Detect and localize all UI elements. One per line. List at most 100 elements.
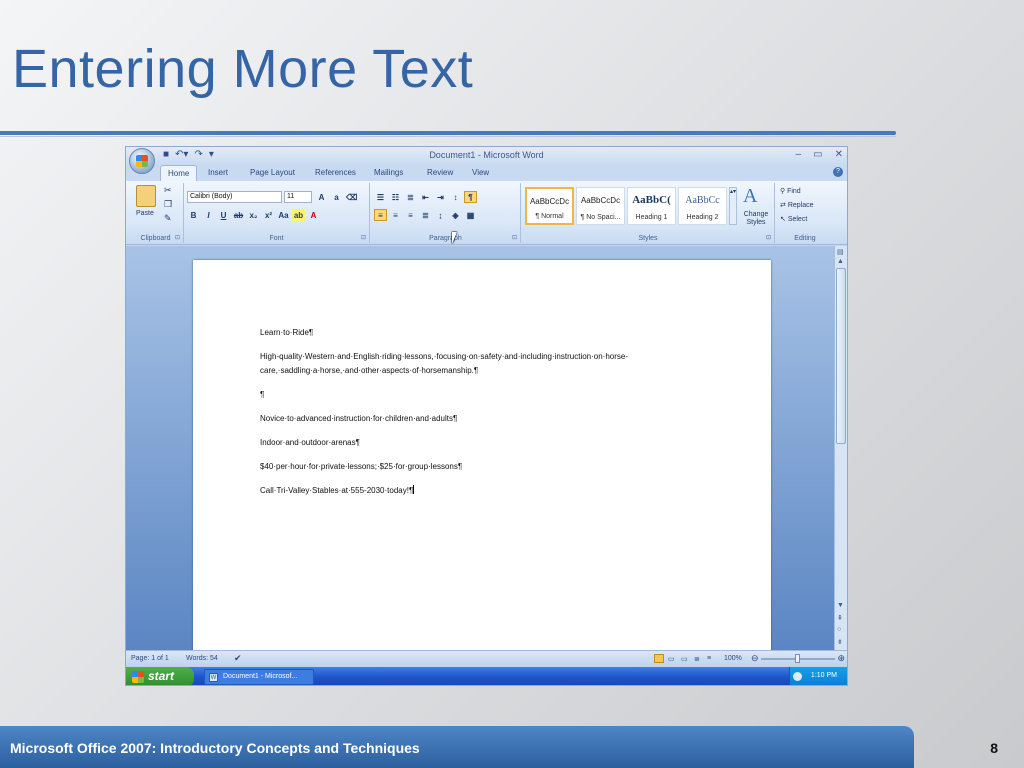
start-button[interactable]: start — [126, 667, 194, 685]
tab-references[interactable]: References — [315, 168, 356, 177]
restore-button[interactable]: ▭ — [813, 149, 822, 160]
styles-scroll-icon[interactable]: ▴▾ — [729, 187, 737, 225]
underline-icon[interactable]: U — [217, 209, 230, 221]
paste-button[interactable]: Paste — [136, 210, 154, 217]
tab-review[interactable]: Review — [427, 168, 453, 177]
decrease-indent-icon[interactable]: ⇤ — [419, 191, 432, 203]
paragraph-launcher-icon[interactable]: ⊡ — [512, 234, 517, 241]
style-no-spacing[interactable]: AaBbCcDc ¶ No Spaci... — [576, 187, 625, 225]
tray-icon[interactable] — [793, 672, 802, 681]
style-heading-2[interactable]: AaBbCc Heading 2 — [678, 187, 727, 225]
clipboard-group: Paste ✂ ❐ ✎ Clipboard ⊡ — [128, 183, 184, 243]
justify-icon[interactable]: ≣ — [419, 209, 432, 221]
scroll-thumb[interactable] — [836, 268, 846, 444]
grow-font-icon[interactable]: A — [315, 191, 328, 203]
superscript-icon[interactable]: x² — [262, 209, 275, 221]
outline-view-icon[interactable]: ≣ — [694, 655, 700, 663]
bold-icon[interactable]: B — [187, 209, 200, 221]
paste-icon[interactable] — [136, 185, 156, 207]
font-name-box[interactable]: Calibri (Body) — [187, 191, 282, 203]
slide-title: Entering More Text — [12, 39, 474, 99]
strikethrough-icon[interactable]: ab — [232, 209, 245, 221]
close-button[interactable]: ✕ — [835, 149, 843, 160]
font-launcher-icon[interactable]: ⊡ — [361, 234, 366, 241]
find-button[interactable]: ⚲ Find — [780, 187, 801, 195]
subscript-icon[interactable]: x₂ — [247, 209, 260, 221]
office-button[interactable] — [129, 148, 155, 174]
show-hide-marks-icon[interactable]: ¶ — [464, 191, 477, 203]
align-left-icon[interactable]: ≡ — [374, 209, 387, 221]
help-icon[interactable]: ? — [833, 167, 843, 177]
select-button[interactable]: ↖ Select — [780, 215, 807, 223]
vertical-scrollbar[interactable]: ▤ ▲ ▼ ⇞ ○ ⇟ — [834, 246, 847, 650]
zoom-in-icon[interactable]: ⊕ — [837, 653, 845, 664]
doc-paragraph: Novice·to·advanced·instruction·for·child… — [260, 414, 458, 423]
window-controls: – ▭ ✕ — [796, 149, 843, 160]
scroll-down-icon[interactable]: ▼ — [837, 602, 844, 609]
styles-label: Styles — [638, 235, 658, 242]
font-color-icon[interactable]: A — [307, 209, 320, 221]
office-logo-icon — [136, 155, 148, 167]
tab-view[interactable]: View — [472, 168, 489, 177]
clipboard-launcher-icon[interactable]: ⊡ — [175, 234, 180, 241]
minimize-button[interactable]: – — [796, 149, 802, 160]
change-styles-button[interactable]: Change Styles — [739, 211, 773, 227]
word-count[interactable]: Words: 54 — [186, 655, 218, 662]
page-count[interactable]: Page: 1 of 1 — [131, 655, 169, 662]
taskbar-word-document[interactable]: W Document1 - Microsof... — [204, 669, 314, 685]
doc-paragraph: Indoor·and·outdoor·arenas¶ — [260, 438, 360, 447]
change-case-icon[interactable]: Aa — [277, 209, 290, 221]
document-page[interactable]: Learn·to·Ride¶ High-quality·Western·and·… — [193, 260, 771, 660]
borders-icon[interactable]: ▦ — [464, 209, 477, 221]
draft-view-icon[interactable]: ≡ — [707, 655, 711, 662]
doc-blank-paragraph: ¶ — [260, 390, 265, 399]
tab-mailings[interactable]: Mailings — [374, 168, 403, 177]
format-painter-icon[interactable]: ✎ — [164, 213, 172, 224]
line-spacing-icon[interactable]: ↨ — [434, 209, 447, 221]
style-heading-1[interactable]: AaBbC( Heading 1 — [627, 187, 676, 225]
scroll-up-icon[interactable]: ▲ — [837, 258, 844, 265]
doc-paragraph: $40·per·hour·for·private·lessons;·$25·fo… — [260, 462, 463, 471]
mouse-pointer-icon — [452, 232, 462, 244]
select-arrow-icon: ↖ — [780, 216, 788, 223]
next-page-icon[interactable]: ⇟ — [837, 638, 843, 646]
increase-indent-icon[interactable]: ⇥ — [434, 191, 447, 203]
word-window: ■ ↶▾ ↷ ▾ Document1 - Microsoft Word – ▭ … — [125, 146, 848, 686]
proofing-icon[interactable]: ✔ — [234, 653, 242, 664]
full-screen-view-icon[interactable]: ▭ — [668, 655, 675, 663]
browse-object-icon[interactable]: ○ — [837, 626, 841, 633]
zoom-out-icon[interactable]: ⊖ — [751, 653, 759, 664]
clear-formatting-icon[interactable]: ⌫ — [345, 191, 358, 203]
zoom-level[interactable]: 100% — [724, 655, 742, 662]
ribbon-tabs: Home Insert Page Layout References Maili… — [126, 165, 847, 181]
title-bar: ■ ↶▾ ↷ ▾ Document1 - Microsoft Word – ▭ … — [126, 147, 847, 165]
highlight-icon[interactable]: ab — [292, 209, 305, 221]
zoom-knob[interactable] — [795, 654, 800, 663]
text-cursor — [413, 485, 415, 494]
zoom-slider[interactable] — [761, 654, 835, 663]
shrink-font-icon[interactable]: a — [330, 191, 343, 203]
change-styles-icon[interactable]: A — [743, 185, 757, 208]
style-normal[interactable]: AaBbCcDc ¶ Normal — [525, 187, 574, 225]
numbering-icon[interactable]: ☷ — [389, 191, 402, 203]
web-layout-view-icon[interactable]: ▭ — [681, 655, 688, 663]
paragraph-label: Paragraph — [429, 235, 462, 242]
align-center-icon[interactable]: ≡ — [389, 209, 402, 221]
multilevel-list-icon[interactable]: ≣ — [404, 191, 417, 203]
tab-page-layout[interactable]: Page Layout — [250, 168, 295, 177]
bullets-icon[interactable]: ☰ — [374, 191, 387, 203]
font-size-box[interactable]: 11 — [284, 191, 312, 203]
align-right-icon[interactable]: ≡ — [404, 209, 417, 221]
shading-icon[interactable]: ◈ — [449, 209, 462, 221]
cut-icon[interactable]: ✂ — [164, 185, 172, 196]
ruler-toggle-icon[interactable]: ▤ — [837, 248, 844, 256]
tab-home[interactable]: Home — [160, 165, 198, 181]
previous-page-icon[interactable]: ⇞ — [837, 614, 843, 622]
italic-icon[interactable]: I — [202, 209, 215, 221]
replace-button[interactable]: ⇄ Replace — [780, 201, 814, 209]
print-layout-view-icon[interactable] — [654, 654, 664, 663]
sort-icon[interactable]: ↕ — [449, 191, 462, 203]
styles-launcher-icon[interactable]: ⊡ — [766, 234, 771, 241]
tab-insert[interactable]: Insert — [208, 168, 228, 177]
copy-icon[interactable]: ❐ — [164, 199, 172, 210]
